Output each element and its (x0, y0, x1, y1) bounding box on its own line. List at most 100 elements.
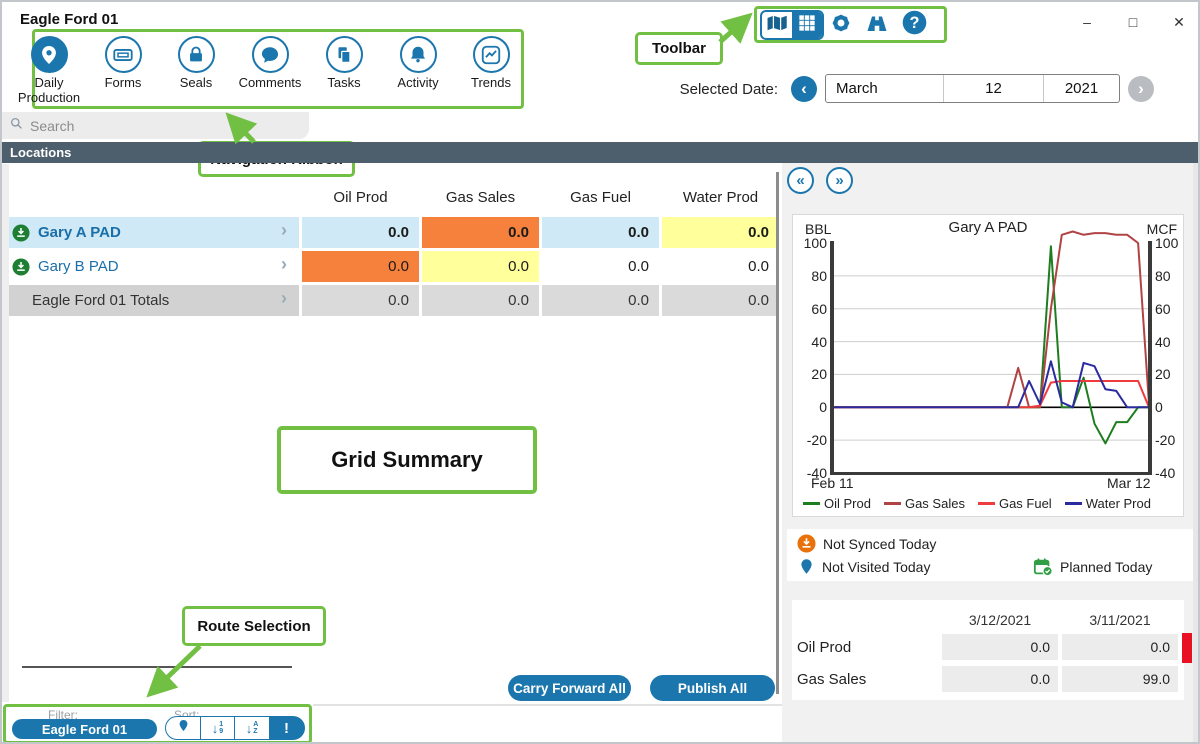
status-key-item-planned-today: Planned Today (1033, 557, 1152, 577)
grid-left-scrollbar[interactable] (2, 164, 9, 702)
summary-column-header: 3/12/2021 (942, 612, 1058, 628)
ribbon-item-comments[interactable]: Comments (228, 36, 312, 91)
grid-cell-gas-fuel[interactable]: 0.0 (542, 285, 659, 316)
help-icon: ? (901, 9, 928, 41)
grid-cell-water-prod[interactable]: 0.0 (662, 251, 779, 282)
grid-view-button[interactable] (792, 12, 822, 38)
map-icon (766, 14, 788, 37)
sort-button-group: ↓19↓AZ! (165, 716, 305, 740)
bell-icon (400, 36, 437, 73)
ytick-left: 100 (795, 235, 827, 251)
calendar-check-green-icon (1033, 557, 1060, 577)
chart-legend: Oil ProdGas SalesGas FuelWater Prod (803, 496, 1151, 511)
grid-cell-gas-sales[interactable]: 0.0 (422, 285, 539, 316)
grid-cell-gas-fuel[interactable]: 0.0 (542, 217, 659, 248)
day-field[interactable]: 12 (943, 75, 1043, 102)
ribbon-item-label: Tasks (302, 76, 386, 91)
legend-swatch (884, 502, 901, 505)
ribbon-item-seals[interactable]: Seals (154, 36, 238, 91)
year-field[interactable]: 2021 (1043, 75, 1119, 102)
carry-forward-all-button[interactable]: Carry Forward All (508, 675, 631, 701)
close-button[interactable]: ✕ (1163, 10, 1195, 34)
location-row-gary-a-pad[interactable]: Gary A PAD› (2, 217, 299, 248)
status-key-item-not-visited-today: Not Visited Today (798, 557, 930, 576)
sort-alpha-icon: AZ (253, 721, 258, 735)
ribbon-item-trends[interactable]: Trends (449, 36, 533, 91)
grid-cell-oil-prod[interactable]: 0.0 (302, 285, 419, 316)
map-view-button[interactable] (762, 12, 792, 38)
month-field[interactable]: March (826, 75, 943, 102)
summary-row-label: Gas Sales (797, 671, 866, 688)
summary-cell[interactable]: 99.0 (1062, 666, 1178, 692)
ytick-left: 0 (795, 399, 827, 415)
legend-swatch (978, 502, 995, 505)
ytick-right: -20 (1155, 432, 1187, 448)
grid-cell-water-prod[interactable]: 0.0 (662, 217, 779, 248)
publish-all-button[interactable]: Publish All (650, 675, 775, 701)
ribbon-item-activity[interactable]: Activity (376, 36, 460, 91)
summary-cell[interactable]: 0.0 (942, 666, 1058, 692)
grid-vertical-scrollbar[interactable] (776, 172, 779, 694)
row-chevron-icon: › (281, 220, 287, 241)
find-button[interactable] (858, 10, 896, 40)
grid-cell-gas-sales[interactable]: 0.0 (422, 251, 539, 282)
settings-button[interactable] (826, 10, 856, 40)
summary-column-header: 3/11/2021 (1062, 612, 1178, 628)
route-divider (22, 666, 292, 668)
legend-swatch (1065, 502, 1082, 505)
sort-button-numeric[interactable]: ↓19 (200, 716, 236, 740)
production-chart: BBL Gary A PAD MCF 100806040200-20-40 10… (792, 214, 1184, 517)
location-pin-icon (31, 36, 68, 73)
sort-button-pin[interactable] (165, 716, 201, 740)
expand-panel-button[interactable]: » (826, 167, 853, 194)
grid-cell-oil-prod[interactable]: 0.0 (302, 217, 419, 248)
maximize-button[interactable]: □ (1117, 10, 1149, 34)
chart-plot (793, 215, 1183, 485)
location-row-gary-b-pad[interactable]: Gary B PAD› (2, 251, 299, 282)
clipboard-pages-icon (326, 36, 363, 73)
minimize-button[interactable]: – (1071, 10, 1103, 34)
summary-cell[interactable]: 0.0 (1062, 634, 1178, 660)
grid-cell-water-prod[interactable]: 0.0 (662, 285, 779, 316)
location-name: Gary B PAD (38, 258, 119, 275)
route-filter-button[interactable]: Eagle Ford 01 (12, 719, 157, 739)
ribbon-item-forms[interactable]: Forms (81, 36, 165, 91)
previous-date-button[interactable]: ‹ (791, 76, 817, 102)
grid-cell-gas-fuel[interactable]: 0.0 (542, 251, 659, 282)
row-chevron-icon: › (281, 288, 287, 309)
ribbon-item-tasks[interactable]: Tasks (302, 36, 386, 91)
x-axis-start-label: Feb 11 (811, 475, 854, 491)
panel-vertical-scrollbar[interactable] (1193, 163, 1200, 744)
ribbon-item-label: Daily Production (7, 76, 91, 105)
ytick-left: 20 (795, 366, 827, 382)
gear-icon (828, 10, 854, 41)
view-toggle[interactable] (760, 10, 824, 40)
ribbon-item-daily-production[interactable]: Daily Production (7, 36, 91, 105)
date-picker: March 12 2021 (825, 74, 1120, 103)
status-key-label: Planned Today (1060, 559, 1152, 575)
search-input[interactable]: Search (2, 112, 309, 139)
synced-icon (12, 224, 30, 242)
error-indicator (1182, 633, 1192, 663)
summary-cell[interactable]: 0.0 (942, 634, 1058, 660)
ytick-right: 20 (1155, 366, 1187, 382)
locations-panel-header: Locations (2, 142, 1200, 163)
grid-cell-oil-prod[interactable]: 0.0 (302, 251, 419, 282)
x-axis-end-label: Mar 12 (1107, 475, 1151, 491)
column-header-gas-sales: Gas Sales (422, 189, 539, 206)
status-key-label: Not Visited Today (822, 559, 930, 575)
next-date-button[interactable]: › (1128, 76, 1154, 102)
help-button[interactable]: ? (898, 10, 930, 40)
lock-icon (178, 36, 215, 73)
sort-button-priority[interactable]: ! (269, 716, 305, 740)
sort-button-alpha[interactable]: ↓AZ (234, 716, 270, 740)
ytick-right: 100 (1155, 235, 1187, 251)
sync-orange-icon (797, 534, 823, 553)
collapse-panel-button[interactable]: « (787, 167, 814, 194)
summary-row-label: Oil Prod (797, 639, 851, 656)
ribbon-item-label: Comments (228, 76, 312, 91)
toolbar-annotation-label: Toolbar (635, 32, 723, 65)
ytick-right: -40 (1155, 465, 1187, 481)
grid-cell-gas-sales[interactable]: 0.0 (422, 217, 539, 248)
totals-row[interactable]: Eagle Ford 01 Totals› (2, 285, 299, 316)
